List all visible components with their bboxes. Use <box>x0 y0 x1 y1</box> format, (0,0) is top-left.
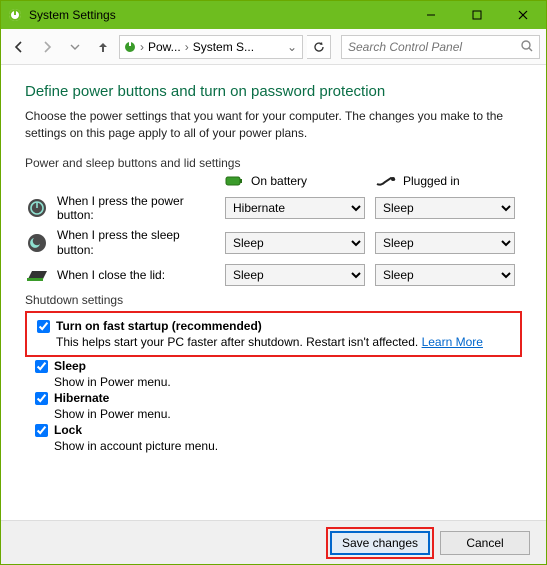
column-plugged: Plugged in <box>375 174 525 188</box>
app-icon <box>7 7 23 23</box>
lid-row: When I close the lid: Sleep Sleep <box>25 263 522 287</box>
sleep-button-battery-select[interactable]: Sleep <box>225 232 365 254</box>
sleep-button-row: When I press the sleep button: Sleep Sle… <box>25 228 522 257</box>
power-section-header: Power and sleep buttons and lid settings <box>25 156 522 170</box>
chevron-right-icon: › <box>140 40 144 54</box>
search-input[interactable] <box>341 35 540 59</box>
sleep-button-plugged-select[interactable]: Sleep <box>375 232 515 254</box>
lid-battery-select[interactable]: Sleep <box>225 264 365 286</box>
lid-icon <box>25 263 49 287</box>
sleep-button-label: When I press the sleep button: <box>57 228 187 257</box>
column-plugged-label: Plugged in <box>403 174 460 188</box>
content: Define power buttons and turn on passwor… <box>1 65 546 453</box>
fast-startup-highlight: Turn on fast startup (recommended) This … <box>25 311 522 357</box>
back-button[interactable] <box>7 35 31 59</box>
power-button-label: When I press the power button: <box>57 194 187 223</box>
chevron-down-icon[interactable]: ⌄ <box>284 40 300 54</box>
chevron-right-icon: › <box>185 40 189 54</box>
window-title: System Settings <box>29 8 408 22</box>
fast-startup-sub: This helps start your PC faster after sh… <box>56 335 422 349</box>
column-battery: On battery <box>225 174 375 188</box>
hibernate-sub: Show in Power menu. <box>54 407 171 421</box>
up-button[interactable] <box>91 35 115 59</box>
sleep-sub: Show in Power menu. <box>54 375 171 389</box>
breadcrumb-item[interactable]: System S... <box>191 40 256 54</box>
hibernate-label: Hibernate <box>54 391 109 405</box>
lid-plugged-select[interactable]: Sleep <box>375 264 515 286</box>
learn-more-link[interactable]: Learn More <box>422 335 483 349</box>
column-battery-label: On battery <box>251 174 307 188</box>
power-button-plugged-select[interactable]: Sleep <box>375 197 515 219</box>
location-icon <box>122 39 138 55</box>
cancel-button[interactable]: Cancel <box>440 531 530 555</box>
forward-button[interactable] <box>35 35 59 59</box>
shutdown-section-header: Shutdown settings <box>25 293 522 307</box>
breadcrumb-item[interactable]: Pow... <box>146 40 183 54</box>
lock-checkbox[interactable] <box>35 424 48 437</box>
plug-icon <box>375 174 397 188</box>
fast-startup-checkbox[interactable] <box>37 320 50 333</box>
minimize-button[interactable] <box>408 1 454 29</box>
save-button[interactable]: Save changes <box>330 531 430 555</box>
lid-label: When I close the lid: <box>57 268 165 282</box>
titlebar: System Settings <box>1 1 546 29</box>
power-button-icon <box>25 196 49 220</box>
sleep-button-icon <box>25 231 49 255</box>
refresh-button[interactable] <box>307 35 331 59</box>
recent-locations-button[interactable] <box>63 35 87 59</box>
lock-sub: Show in account picture menu. <box>54 439 218 453</box>
sleep-checkbox[interactable] <box>35 360 48 373</box>
battery-icon <box>225 174 245 188</box>
fast-startup-label: Turn on fast startup (recommended) <box>56 319 262 333</box>
footer: Save changes Cancel <box>1 520 546 564</box>
maximize-button[interactable] <box>454 1 500 29</box>
power-button-battery-select[interactable]: Hibernate <box>225 197 365 219</box>
address-bar[interactable]: › Pow... › System S... ⌄ <box>119 35 303 59</box>
close-button[interactable] <box>500 1 546 29</box>
page-description: Choose the power settings that you want … <box>25 108 522 142</box>
toolbar: › Pow... › System S... ⌄ <box>1 29 546 65</box>
page-title: Define power buttons and turn on passwor… <box>25 83 522 100</box>
search-icon[interactable] <box>520 39 534 53</box>
lock-label: Lock <box>54 423 82 437</box>
sleep-label: Sleep <box>54 359 86 373</box>
hibernate-checkbox[interactable] <box>35 392 48 405</box>
power-button-row: When I press the power button: Hibernate… <box>25 194 522 223</box>
